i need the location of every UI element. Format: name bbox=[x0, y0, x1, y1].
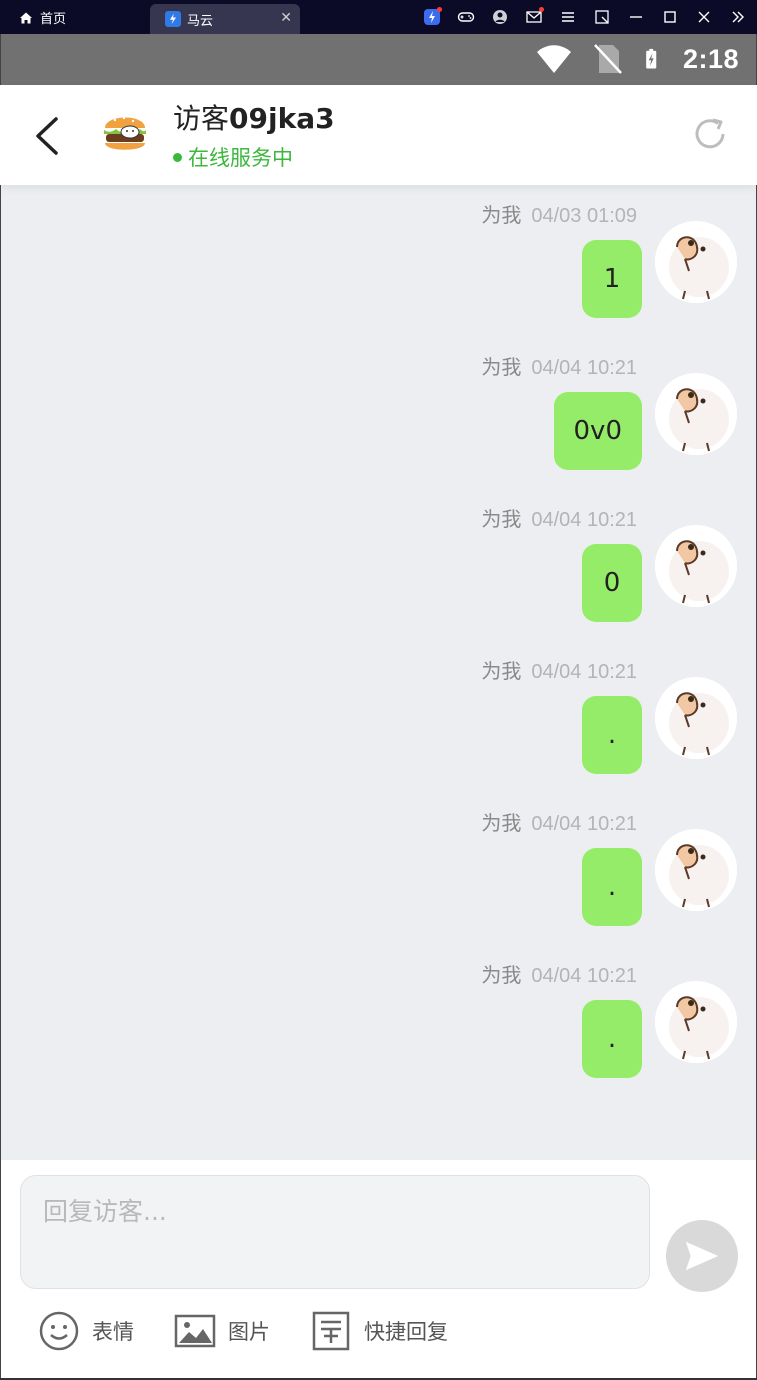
message-bubble[interactable]: 1 bbox=[582, 240, 642, 318]
my-avatar[interactable] bbox=[655, 221, 737, 303]
back-arrow-icon[interactable] bbox=[26, 113, 66, 159]
title-prefix: 访客 bbox=[173, 102, 230, 135]
app-tab-label: 马云 bbox=[187, 13, 214, 29]
emoji-label: 表情 bbox=[92, 1320, 134, 1344]
message-bubble[interactable]: 0v0 bbox=[553, 392, 642, 470]
online-dot-icon bbox=[173, 152, 182, 162]
image-label: 图片 bbox=[228, 1320, 270, 1344]
my-avatar[interactable] bbox=[655, 525, 737, 607]
message-row: 为我 04/04 10:21. bbox=[0, 793, 757, 945]
message-bubble[interactable]: . bbox=[582, 848, 642, 926]
emulator-title-bar: 首页 马云 ✕ bbox=[0, 0, 757, 34]
home-icon bbox=[20, 12, 32, 23]
message-time: 04/04 10:21 bbox=[531, 813, 637, 835]
quick-reply-icon bbox=[312, 1311, 350, 1351]
refresh-icon[interactable] bbox=[691, 115, 729, 153]
gamepad-icon[interactable] bbox=[455, 6, 477, 28]
message-sender: 为我 bbox=[481, 811, 522, 835]
message-meta: 为我 04/04 10:21 bbox=[481, 503, 637, 532]
message-row: 为我 04/04 10:21. bbox=[0, 641, 757, 793]
home-tab-label: 首页 bbox=[40, 12, 67, 27]
message-time: 04/04 10:21 bbox=[531, 509, 637, 531]
app-logo-icon bbox=[165, 11, 181, 27]
message-row: 为我 04/04 10:21 0v0 bbox=[0, 337, 757, 489]
wifi-icon bbox=[536, 45, 571, 73]
message-time: 04/04 10:21 bbox=[531, 965, 637, 987]
clock: 2:18 bbox=[682, 43, 739, 74]
visitor-avatar bbox=[104, 116, 146, 150]
image-icon bbox=[174, 1314, 216, 1348]
message-sender: 为我 bbox=[481, 659, 522, 683]
emoji-button[interactable]: 表情 bbox=[38, 1310, 134, 1352]
window-toolbar bbox=[421, 6, 749, 28]
expand-sidebar-icon[interactable] bbox=[727, 6, 749, 28]
quick-reply-label: 快捷回复 bbox=[364, 1320, 448, 1344]
message-meta: 为我 04/04 10:21 bbox=[481, 959, 637, 988]
window-border-left bbox=[0, 34, 1, 1380]
account-icon[interactable] bbox=[489, 6, 511, 28]
message-row: 为我 04/04 10:21. bbox=[0, 945, 757, 1097]
message-time: 04/04 10:21 bbox=[531, 661, 637, 683]
online-status: 在线服务中 bbox=[173, 142, 293, 172]
send-icon bbox=[685, 1241, 719, 1271]
message-bubble[interactable]: . bbox=[582, 1000, 642, 1078]
menu-icon[interactable] bbox=[557, 6, 579, 28]
message-meta: 为我 04/04 10:21 bbox=[481, 655, 637, 684]
my-avatar[interactable] bbox=[655, 373, 737, 455]
message-sender: 为我 bbox=[481, 507, 522, 531]
minimize-icon[interactable] bbox=[625, 6, 647, 28]
online-status-text: 在线服务中 bbox=[188, 146, 293, 170]
visitor-id: 09jka3 bbox=[229, 102, 335, 135]
mail-icon[interactable] bbox=[523, 6, 545, 28]
quick-reply-button[interactable]: 快捷回复 bbox=[310, 1310, 448, 1352]
app-tab[interactable]: 马云 ✕ bbox=[150, 4, 300, 34]
android-status-bar: 2:18 bbox=[0, 34, 757, 85]
no-sim-icon bbox=[594, 44, 622, 74]
smiley-icon bbox=[39, 1311, 79, 1351]
message-sender: 为我 bbox=[481, 203, 522, 227]
accelerator-icon[interactable] bbox=[421, 6, 443, 28]
composer: 回复访客... 表情 图片 快捷回复 bbox=[0, 1160, 757, 1380]
message-bubble[interactable]: . bbox=[582, 696, 642, 774]
battery-charging-icon bbox=[646, 48, 657, 69]
close-window-icon[interactable] bbox=[693, 6, 715, 28]
message-sender: 为我 bbox=[481, 963, 522, 987]
my-avatar[interactable] bbox=[655, 981, 737, 1063]
message-meta: 为我 04/04 10:21 bbox=[481, 807, 637, 836]
screenshot-icon[interactable] bbox=[591, 6, 613, 28]
image-button[interactable]: 图片 bbox=[174, 1310, 270, 1352]
reply-input[interactable]: 回复访客... bbox=[20, 1175, 650, 1289]
message-time: 04/04 10:21 bbox=[531, 357, 637, 379]
message-meta: 为我 04/04 10:21 bbox=[481, 351, 637, 380]
message-sender: 为我 bbox=[481, 355, 522, 379]
home-tab[interactable]: 首页 bbox=[18, 8, 66, 27]
my-avatar[interactable] bbox=[655, 677, 737, 759]
conversation-title: 访客09jka3 bbox=[173, 97, 335, 137]
send-button[interactable] bbox=[666, 1220, 738, 1292]
message-bubble[interactable]: 0 bbox=[582, 544, 642, 622]
chat-header: 访客09jka3 在线服务中 bbox=[0, 85, 757, 185]
maximize-icon[interactable] bbox=[659, 6, 681, 28]
message-list[interactable]: 为我 04/03 01:09 1 为我 04/04 10:21 0v0 为我 04/04 10… bbox=[0, 185, 757, 1160]
message-row: 为我 04/04 10:21 0 bbox=[0, 489, 757, 641]
tab-close-icon[interactable]: ✕ bbox=[280, 10, 292, 26]
message-meta: 为我 04/03 01:09 bbox=[481, 199, 637, 228]
message-time: 04/03 01:09 bbox=[531, 205, 637, 227]
my-avatar[interactable] bbox=[655, 829, 737, 911]
composer-tools: 表情 图片 快捷回复 bbox=[38, 1310, 488, 1352]
message-row: 为我 04/03 01:09 1 bbox=[0, 185, 757, 337]
